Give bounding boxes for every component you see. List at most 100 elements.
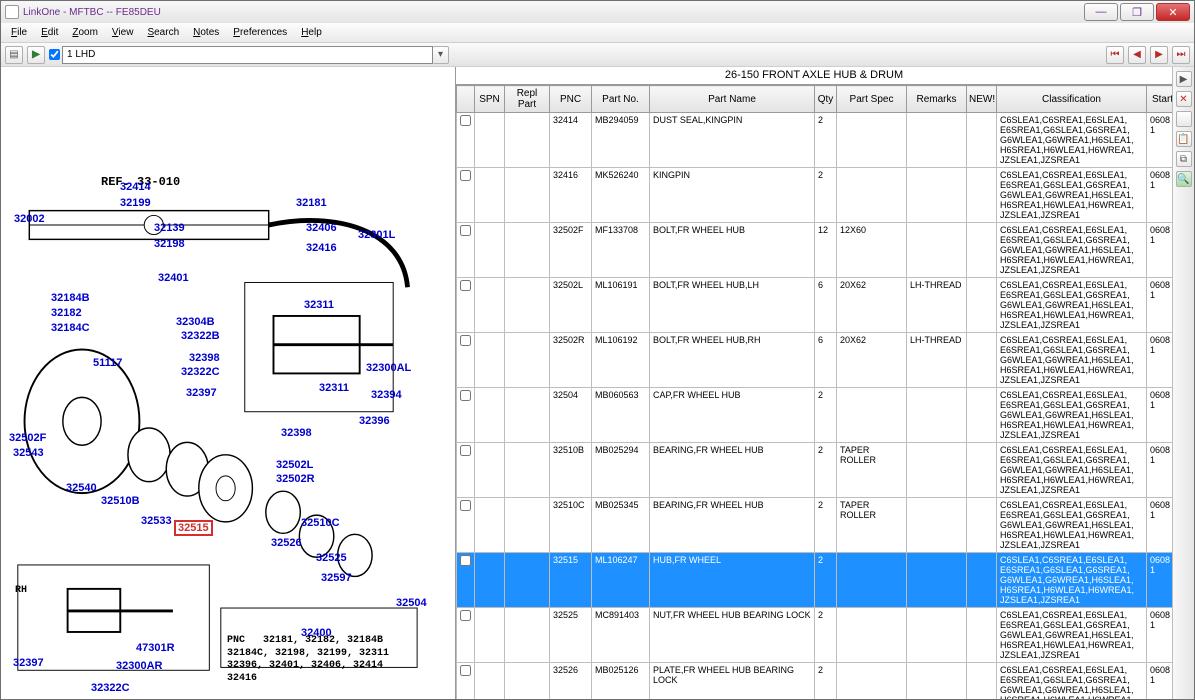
row-checkbox[interactable] — [460, 225, 471, 236]
callout-32184B[interactable]: 32184B — [51, 292, 90, 304]
callout-32525[interactable]: 32525 — [316, 552, 347, 564]
picker-dropdown-icon[interactable]: ▾ — [433, 46, 449, 64]
callout-32139[interactable]: 32139 — [154, 222, 185, 234]
row-checkbox[interactable] — [460, 500, 471, 511]
callout-32184C[interactable]: 32184C — [51, 322, 90, 334]
go-icon[interactable]: ▶ — [27, 46, 45, 64]
callout-32406[interactable]: 32406 — [306, 222, 337, 234]
divider[interactable] — [1176, 111, 1192, 127]
col-new-[interactable]: NEW! — [967, 86, 997, 113]
menu-zoom[interactable]: Zoom — [66, 25, 104, 40]
arrow-right-icon[interactable]: ▶ — [1176, 71, 1192, 87]
callout-32304B[interactable]: 32304B — [176, 316, 215, 328]
callout-32526[interactable]: 32526 — [271, 537, 302, 549]
callout-32181[interactable]: 32181 — [296, 197, 327, 209]
callout-32533[interactable]: 32533 — [141, 515, 172, 527]
menu-edit[interactable]: Edit — [35, 25, 64, 40]
callout-32502R[interactable]: 32502R — [276, 473, 315, 485]
clipboard-icon[interactable]: 📋 — [1176, 131, 1192, 147]
col-part-spec[interactable]: Part Spec — [837, 86, 907, 113]
table-row[interactable]: 32525MC891403NUT,FR WHEEL HUB BEARING LO… — [457, 608, 1173, 663]
nav-first-icon[interactable]: ⏮ — [1106, 46, 1124, 64]
table-row[interactable]: 32515ML106247HUB,FR WHEEL2C6SLEA1,C6SREA… — [457, 553, 1173, 608]
maximize-button[interactable]: ❐ — [1120, 3, 1154, 21]
callout-32396[interactable]: 32396 — [359, 415, 390, 427]
col-c0[interactable] — [457, 86, 475, 113]
close-button[interactable]: ✕ — [1156, 3, 1190, 21]
callout-32394[interactable]: 32394 — [371, 389, 402, 401]
callout-32182[interactable]: 32182 — [51, 307, 82, 319]
row-checkbox[interactable] — [460, 555, 471, 566]
callout-32416[interactable]: 32416 — [306, 242, 337, 254]
col-part-name[interactable]: Part Name — [650, 86, 815, 113]
doc-icon[interactable]: ▤ — [5, 46, 23, 64]
picker-value[interactable]: 1 LHD — [62, 46, 433, 64]
minimize-button[interactable]: — — [1084, 3, 1118, 21]
callout-32401[interactable]: 32401 — [158, 272, 189, 284]
picker-checkbox[interactable] — [49, 49, 60, 60]
callout-selected[interactable]: 32515 — [176, 522, 211, 534]
row-checkbox[interactable] — [460, 170, 471, 181]
table-row[interactable]: 32502FMF133708BOLT,FR WHEEL HUB1212X60C6… — [457, 223, 1173, 278]
copy-icon[interactable]: ⧉ — [1176, 151, 1192, 167]
table-row[interactable]: 32510BMB025294BEARING,FR WHEEL HUB2TAPER… — [457, 443, 1173, 498]
binoculars-icon[interactable]: 🔍 — [1176, 171, 1192, 187]
callout-32543[interactable]: 32543 — [13, 447, 44, 459]
col-part-no-[interactable]: Part No. — [592, 86, 650, 113]
callout-32400[interactable]: 32400 — [301, 627, 332, 639]
callout-32311[interactable]: 32311 — [319, 382, 349, 394]
callout-32502F[interactable]: 32502F — [9, 432, 46, 444]
table-row[interactable]: 32504MB060563CAP,FR WHEEL HUB2C6SLEA1,C6… — [457, 388, 1173, 443]
nav-last-icon[interactable]: ⏭ — [1172, 46, 1190, 64]
callout-32540[interactable]: 32540 — [66, 482, 97, 494]
callout-32322C[interactable]: 32322C — [181, 366, 220, 378]
table-row[interactable]: 32526MB025126PLATE,FR WHEEL HUB BEARING … — [457, 663, 1173, 700]
callout-32504[interactable]: 32504 — [396, 597, 427, 609]
callout-32199[interactable]: 32199 — [120, 197, 151, 209]
diagram-panel[interactable]: REF. 33-010 RH PNC 32181, 32182, 32184B … — [1, 67, 456, 699]
menu-notes[interactable]: Notes — [187, 25, 225, 40]
col-remarks[interactable]: Remarks — [907, 86, 967, 113]
nav-next-icon[interactable]: ▶ — [1150, 46, 1168, 64]
col-classification[interactable]: Classification — [997, 86, 1147, 113]
col-spn[interactable]: SPN — [475, 86, 505, 113]
callout-32322C[interactable]: 32322C — [91, 682, 130, 694]
callout-32510B[interactable]: 32510B — [101, 495, 140, 507]
callout-32301L[interactable]: 32301L — [358, 229, 395, 241]
nav-prev-icon[interactable]: ◀ — [1128, 46, 1146, 64]
callout-47301R[interactable]: 47301R — [136, 642, 175, 654]
callout-32311[interactable]: 32311 — [304, 299, 334, 311]
callout-32414[interactable]: 32414 — [120, 181, 151, 193]
menu-help[interactable]: Help — [295, 25, 328, 40]
callout-32300AL[interactable]: 32300AL — [366, 362, 411, 374]
callout-32397[interactable]: 32397 — [186, 387, 217, 399]
table-row[interactable]: 32502LML106191BOLT,FR WHEEL HUB,LH620X62… — [457, 278, 1173, 333]
callout-32300AR[interactable]: 32300AR — [116, 660, 162, 672]
menu-preferences[interactable]: Preferences — [227, 25, 293, 40]
callout-32397[interactable]: 32397 — [13, 657, 44, 669]
callout-32510C[interactable]: 32510C — [301, 517, 340, 529]
row-checkbox[interactable] — [460, 335, 471, 346]
row-checkbox[interactable] — [460, 390, 471, 401]
table-row[interactable]: 32414MB294059DUST SEAL,KINGPIN2C6SLEA1,C… — [457, 113, 1173, 168]
menu-file[interactable]: File — [5, 25, 33, 40]
parts-grid-scroll[interactable]: SPNRepl PartPNCPart No.Part NameQtyPart … — [456, 85, 1172, 699]
col-qty[interactable]: Qty — [815, 86, 837, 113]
col-start[interactable]: Start — [1147, 86, 1173, 113]
callout-32502L[interactable]: 32502L — [276, 459, 313, 471]
row-checkbox[interactable] — [460, 665, 471, 676]
row-checkbox[interactable] — [460, 610, 471, 621]
callout-32322B[interactable]: 32322B — [181, 330, 220, 342]
col-repl-part[interactable]: Repl Part — [505, 86, 550, 113]
menu-search[interactable]: Search — [141, 25, 185, 40]
table-row[interactable]: 32510CMB025345BEARING,FR WHEEL HUB2TAPER… — [457, 498, 1173, 553]
row-checkbox[interactable] — [460, 280, 471, 291]
table-row[interactable]: 32502RML106192BOLT,FR WHEEL HUB,RH620X62… — [457, 333, 1173, 388]
callout-32597[interactable]: 32597 — [321, 572, 352, 584]
menu-view[interactable]: View — [106, 25, 140, 40]
col-pnc[interactable]: PNC — [550, 86, 592, 113]
callout-32198[interactable]: 32198 — [154, 238, 185, 250]
callout-51117[interactable]: 51117 — [93, 357, 122, 369]
callout-32398[interactable]: 32398 — [281, 427, 312, 439]
row-checkbox[interactable] — [460, 445, 471, 456]
